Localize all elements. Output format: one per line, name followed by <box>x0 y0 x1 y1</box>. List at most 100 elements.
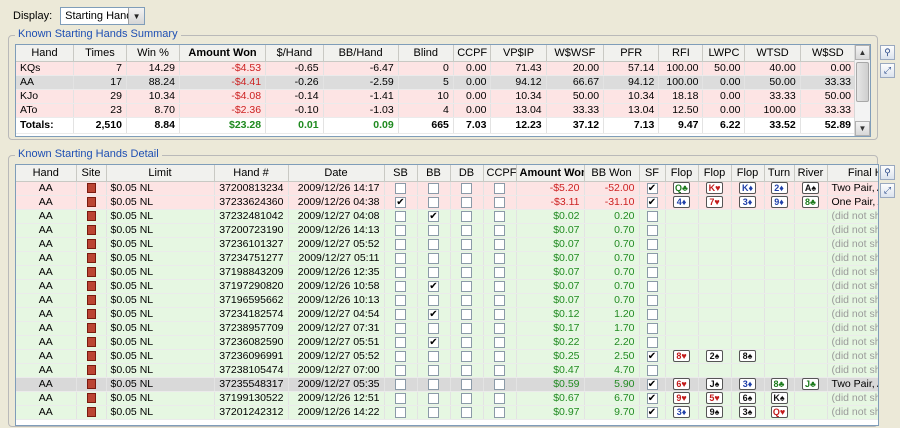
ccpf-checkbox[interactable] <box>494 322 505 334</box>
detail-row[interactable]: AA $0.05 NL 37236082590 2009/12/27 05:51 ✔ $0… <box>16 335 878 350</box>
bb-checkbox[interactable] <box>428 182 439 194</box>
sf-checkbox[interactable] <box>646 322 658 334</box>
sb-checkbox[interactable] <box>395 238 406 250</box>
db-checkbox[interactable] <box>461 182 472 194</box>
sb-checkbox[interactable] <box>395 280 406 292</box>
summary-col-header[interactable]: Amount Won <box>179 45 267 62</box>
detail-col-header[interactable]: Limit <box>106 165 215 182</box>
sb-checkbox[interactable] <box>395 252 406 264</box>
db-checkbox[interactable] <box>461 350 472 362</box>
ccpf-checkbox[interactable] <box>494 406 505 418</box>
detail-col-header[interactable]: Flop <box>731 165 765 182</box>
filter-icon[interactable]: ⚲ <box>880 45 895 60</box>
db-checkbox[interactable] <box>461 364 472 376</box>
ccpf-checkbox[interactable] <box>494 378 505 390</box>
detail-col-header[interactable]: River <box>794 165 828 182</box>
summary-row[interactable]: AA 17 88.24 -$4.41 -0.26 -2.59 5 0.00 94.12 66.67… <box>16 75 857 90</box>
sb-checkbox[interactable] <box>395 364 406 376</box>
sb-checkbox[interactable] <box>395 182 406 194</box>
detail-row[interactable]: AA $0.05 NL 37238957709 2009/12/27 07:31 $0.… <box>16 321 878 336</box>
bb-checkbox[interactable]: ✔ <box>428 336 439 348</box>
summary-col-header[interactable]: W$SD <box>800 45 857 62</box>
expand-icon[interactable]: ⤢ <box>880 183 895 198</box>
detail-row[interactable]: AA $0.05 NL 37199130522 2009/12/26 12:51 $0.… <box>16 391 878 406</box>
ccpf-checkbox[interactable] <box>494 210 505 222</box>
sf-checkbox[interactable] <box>646 210 658 222</box>
bb-checkbox[interactable] <box>428 322 439 334</box>
summary-col-header[interactable]: Blind <box>398 45 454 62</box>
db-checkbox[interactable] <box>461 224 472 236</box>
db-checkbox[interactable] <box>461 252 472 264</box>
sf-checkbox[interactable] <box>646 238 658 250</box>
sf-checkbox[interactable] <box>646 224 658 236</box>
db-checkbox[interactable] <box>461 238 472 250</box>
sf-checkbox[interactable] <box>646 266 658 278</box>
detail-row[interactable]: AA $0.05 NL 37234182574 2009/12/27 04:54 ✔ $0… <box>16 307 878 322</box>
summary-scroll-thumb[interactable] <box>856 62 869 102</box>
expand-icon[interactable]: ⤢ <box>880 63 895 78</box>
detail-row[interactable]: AA $0.05 NL 37197290820 2009/12/26 10:58 ✔ $0… <box>16 279 878 294</box>
bb-checkbox[interactable]: ✔ <box>428 210 439 222</box>
filter-icon[interactable]: ⚲ <box>880 165 895 180</box>
sf-checkbox[interactable]: ✔ <box>646 196 658 208</box>
sf-checkbox[interactable] <box>646 294 658 306</box>
ccpf-checkbox[interactable] <box>494 294 505 306</box>
ccpf-checkbox[interactable] <box>494 280 505 292</box>
summary-row[interactable]: KJo 29 10.34 -$4.08 -0.14 -1.41 10 0.00 10.34 50.… <box>16 89 857 104</box>
detail-col-header[interactable]: Hand # <box>214 165 289 182</box>
sb-checkbox[interactable] <box>395 266 406 278</box>
db-checkbox[interactable] <box>461 322 472 334</box>
bb-checkbox[interactable] <box>428 350 439 362</box>
ccpf-checkbox[interactable] <box>494 252 505 264</box>
sf-checkbox[interactable]: ✔ <box>646 392 658 404</box>
sb-checkbox[interactable] <box>395 210 406 222</box>
bb-checkbox[interactable] <box>428 364 439 376</box>
display-select[interactable]: Starting Hands ▼ <box>60 7 146 25</box>
sf-checkbox[interactable] <box>646 280 658 292</box>
detail-row[interactable]: AA $0.05 NL 37238105474 2009/12/27 07:00 $0.… <box>16 363 878 378</box>
ccpf-checkbox[interactable] <box>494 336 505 348</box>
db-checkbox[interactable] <box>461 280 472 292</box>
sb-checkbox[interactable] <box>395 406 406 418</box>
db-checkbox[interactable] <box>461 378 472 390</box>
bb-checkbox[interactable] <box>428 224 439 236</box>
sf-checkbox[interactable]: ✔ <box>646 350 658 362</box>
detail-row[interactable]: AA $0.05 NL 37235548317 2009/12/27 05:35 $0.… <box>16 377 878 392</box>
db-checkbox[interactable] <box>461 210 472 222</box>
summary-col-header[interactable]: CCPF <box>453 45 492 62</box>
sb-checkbox[interactable] <box>395 378 406 390</box>
bb-checkbox[interactable]: ✔ <box>428 308 439 320</box>
detail-row[interactable]: AA $0.05 NL 37196595662 2009/12/26 10:13 $0.… <box>16 293 878 308</box>
detail-row[interactable]: AA $0.05 NL 37236101327 2009/12/27 05:52 $0.… <box>16 237 878 252</box>
detail-col-header[interactable]: BB <box>417 165 451 182</box>
ccpf-checkbox[interactable] <box>494 238 505 250</box>
detail-col-header[interactable]: Flop <box>698 165 732 182</box>
ccpf-checkbox[interactable] <box>494 350 505 362</box>
chevron-down-icon[interactable]: ▼ <box>128 8 145 24</box>
db-checkbox[interactable] <box>461 392 472 404</box>
detail-row[interactable]: AA $0.05 NL 37232481042 2009/12/27 04:08 ✔ $0… <box>16 209 878 224</box>
detail-col-header[interactable]: Amount Won <box>516 165 585 182</box>
detail-row[interactable]: AA $0.05 NL 37234751277 2009/12/27 05:11 $0.… <box>16 251 878 266</box>
sb-checkbox[interactable] <box>395 322 406 334</box>
db-checkbox[interactable] <box>461 406 472 418</box>
ccpf-checkbox[interactable] <box>494 392 505 404</box>
sf-checkbox[interactable] <box>646 364 658 376</box>
summary-col-header[interactable]: Win % <box>126 45 180 62</box>
bb-checkbox[interactable] <box>428 196 439 208</box>
ccpf-checkbox[interactable] <box>494 364 505 376</box>
sf-checkbox[interactable]: ✔ <box>646 406 658 418</box>
detail-col-header[interactable]: Site <box>76 165 107 182</box>
sb-checkbox[interactable] <box>395 350 406 362</box>
detail-row[interactable]: AA $0.05 NL 37200813234 2009/12/26 14:17 -$5… <box>16 181 878 196</box>
bb-checkbox[interactable] <box>428 294 439 306</box>
detail-col-header[interactable]: SB <box>384 165 418 182</box>
sf-checkbox[interactable]: ✔ <box>646 378 658 390</box>
detail-row[interactable]: AA $0.05 NL 37201242312 2009/12/26 14:22 $0.… <box>16 405 878 420</box>
scroll-up-icon[interactable]: ▲ <box>855 45 870 60</box>
detail-col-header[interactable]: BB Won <box>584 165 640 182</box>
summary-col-header[interactable]: BB/Hand <box>323 45 399 62</box>
detail-col-header[interactable]: Hand <box>16 165 77 182</box>
ccpf-checkbox[interactable] <box>494 224 505 236</box>
detail-col-header[interactable]: CCPF <box>483 165 517 182</box>
